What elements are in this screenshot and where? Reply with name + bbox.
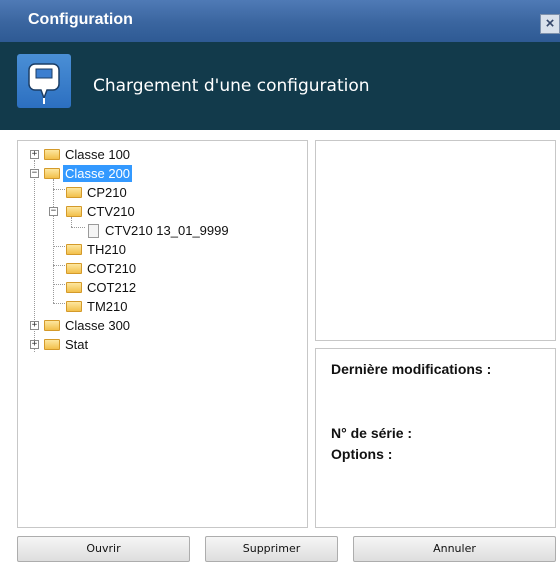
options-label: Options :	[331, 446, 393, 462]
collapse-icon[interactable]: −	[30, 169, 39, 178]
preview-panel	[315, 140, 556, 341]
tree-item-classe-300[interactable]: + Classe 300	[18, 317, 298, 336]
header-subtitle: Chargement d'une configuration	[93, 76, 370, 96]
tree-item-cot210[interactable]: COT210	[18, 260, 298, 279]
header-banner: Chargement d'une configuration	[0, 42, 560, 130]
expand-icon[interactable]: +	[30, 321, 39, 330]
tree-item-label: TM210	[87, 299, 128, 314]
tree-item-th210[interactable]: TH210	[18, 241, 298, 260]
tree-item-classe-100[interactable]: + Classe 100	[18, 146, 298, 165]
tree-item-tm210[interactable]: TM210	[18, 298, 298, 317]
tree-item-stat[interactable]: + Stat	[18, 336, 298, 355]
tree-item-label: Classe 200	[63, 165, 133, 182]
tree-item-classe-200[interactable]: − Classe 200	[18, 165, 298, 184]
configuration-dialog: Configuration × Chargement d'une configu…	[0, 0, 560, 563]
open-button[interactable]: Ouvrir	[17, 536, 190, 562]
folder-icon	[66, 282, 82, 293]
collapse-icon[interactable]: −	[49, 207, 58, 216]
tree-item-cp210[interactable]: CP210	[18, 184, 298, 203]
title-bar[interactable]: Configuration ×	[0, 0, 560, 42]
tree-item-label: Stat	[65, 337, 89, 352]
tree-item-label: Classe 100	[65, 147, 131, 162]
configuration-tree[interactable]: + Classe 100 − Classe 200 CP210 − CTV210…	[17, 140, 308, 528]
tree-item-ctv210-13-01-9999[interactable]: CTV210 13_01_9999	[18, 222, 298, 241]
cancel-button[interactable]: Annuler	[353, 536, 556, 562]
expand-icon[interactable]: +	[30, 150, 39, 159]
last-modified-label: Dernière modifications :	[331, 361, 492, 377]
tree-item-label: CTV210	[87, 204, 135, 219]
tree-item-label: COT212	[87, 280, 137, 295]
serial-number-label: N° de série :	[331, 425, 413, 441]
folder-icon	[44, 339, 60, 350]
tree-item-cot212[interactable]: COT212	[18, 279, 298, 298]
folder-icon	[44, 168, 60, 179]
tree-item-label: CP210	[87, 185, 127, 200]
folder-icon	[66, 263, 82, 274]
folder-icon	[66, 301, 82, 312]
tree-item-label: CTV210 13_01_9999	[105, 223, 229, 238]
close-icon: ×	[545, 15, 555, 32]
close-button[interactable]: ×	[540, 14, 560, 34]
device-icon	[17, 54, 71, 108]
tree-item-label: COT210	[87, 261, 137, 276]
folder-icon	[44, 320, 60, 331]
tree-item-label: Classe 300	[65, 318, 131, 333]
folder-icon	[66, 187, 82, 198]
file-icon	[88, 224, 99, 238]
tree-item-label: TH210	[87, 242, 127, 257]
folder-icon	[66, 244, 82, 255]
folder-icon	[66, 206, 82, 217]
window-title: Configuration	[28, 11, 133, 28]
tree-item-ctv210[interactable]: − CTV210	[18, 203, 298, 222]
expand-icon[interactable]: +	[30, 340, 39, 349]
delete-button[interactable]: Supprimer	[205, 536, 338, 562]
folder-icon	[44, 149, 60, 160]
